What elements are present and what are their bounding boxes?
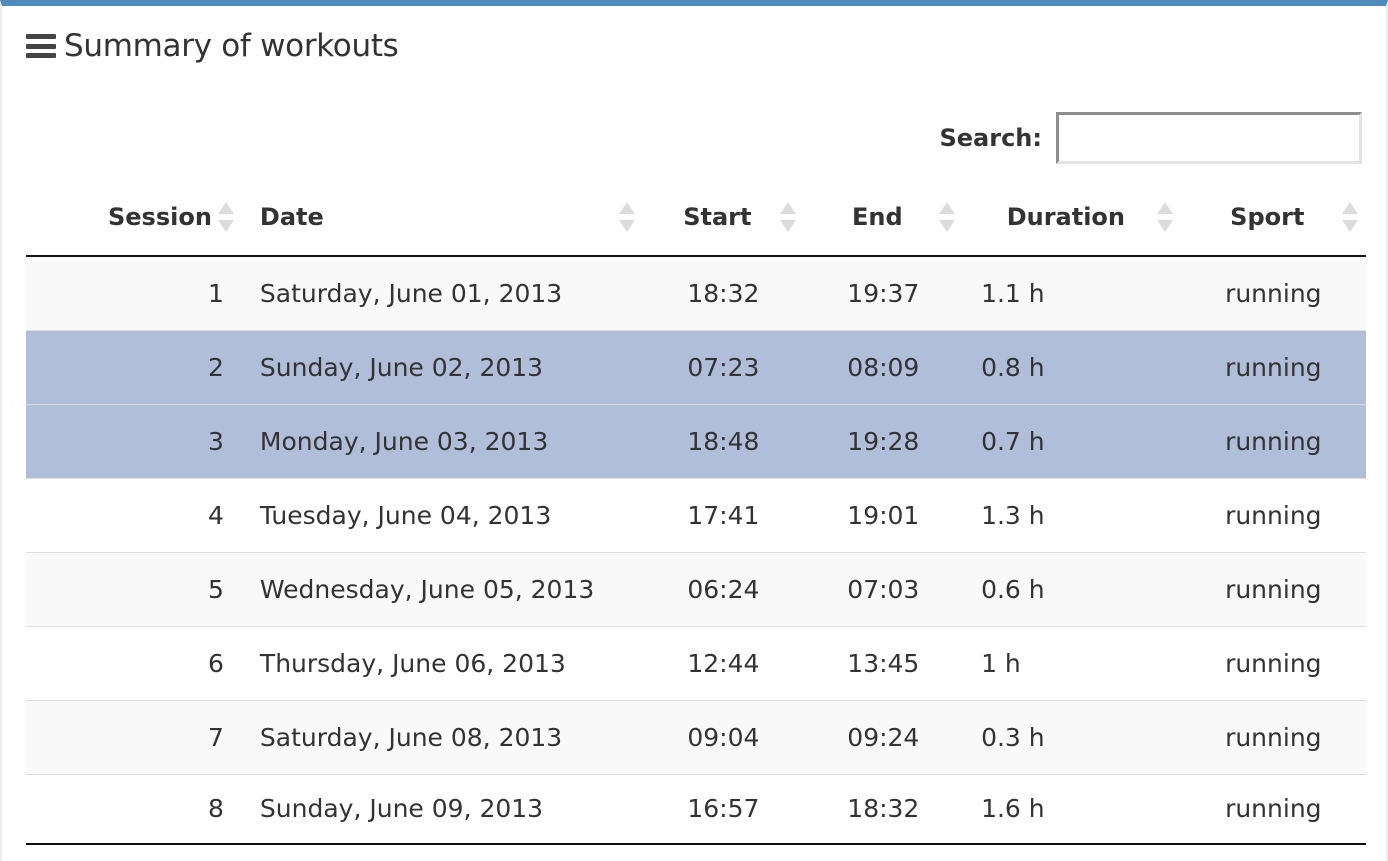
- sort-icon: [217, 201, 234, 232]
- table-row[interactable]: 1 Saturday, June 01, 2013 18:32 19:37 1.1 hr…: [26, 256, 1366, 330]
- cell-start: 16:57: [643, 773, 804, 845]
- column-header-label: End: [851, 202, 903, 231]
- table-row[interactable]: 6 Thursday, June 06, 2013 12:44 13:45 1 h run…: [26, 625, 1366, 700]
- table-row[interactable]: 4 Tuesday, June 04, 2013 17:41 19:01 1.3 h ru…: [26, 477, 1366, 552]
- column-header-label: Sport: [1230, 202, 1305, 231]
- column-header-date[interactable]: Date: [241, 178, 644, 257]
- cell-start: 18:48: [643, 403, 804, 478]
- column-header-sport[interactable]: Sport: [1180, 178, 1366, 257]
- cell-session: 1: [26, 256, 242, 330]
- cell-date: Sunday, June 02, 2013: [241, 329, 644, 404]
- column-header-label: Start: [683, 202, 752, 231]
- column-header-start[interactable]: Start: [643, 178, 804, 257]
- table-header: Session Date Start End Duration Sport: [26, 178, 1366, 257]
- cell-duration: 1.6 h: [963, 773, 1181, 845]
- cell-start: 07:23: [643, 329, 804, 404]
- cell-duration: 1 h: [963, 625, 1181, 700]
- cell-end: 07:03: [803, 551, 964, 626]
- header-row: Session Date Start End Duration Sport: [26, 178, 1366, 257]
- cell-session: 5: [26, 551, 242, 626]
- cell-end: 19:28: [803, 403, 964, 478]
- cell-session: 4: [26, 477, 242, 552]
- cell-duration: 0.7 h: [963, 403, 1181, 478]
- cell-start: 06:24: [643, 551, 804, 626]
- cell-end: 18:32: [803, 773, 964, 845]
- cell-date: Sunday, June 09, 2013: [241, 773, 644, 845]
- cell-sport: running: [1180, 551, 1366, 626]
- sort-icon: [1342, 201, 1358, 232]
- cell-sport: running: [1180, 699, 1366, 774]
- cell-end: 19:01: [803, 477, 964, 552]
- cell-session: 7: [26, 699, 242, 774]
- table-row[interactable]: 8 Sunday, June 09, 2013 16:57 18:32 1.6 h run…: [26, 773, 1366, 845]
- cell-end: 19:37: [803, 256, 964, 330]
- cell-sport: running: [1180, 403, 1366, 478]
- table-row[interactable]: 2 Sunday, June 02, 2013 07:23 08:09 0.8 h run…: [26, 329, 1366, 404]
- table-row[interactable]: 3 Monday, June 03, 2013 18:48 19:28 0.7 h run…: [26, 403, 1366, 478]
- cell-sport: running: [1180, 625, 1366, 700]
- cell-date: Monday, June 03, 2013: [241, 403, 644, 478]
- cell-session: 8: [26, 773, 242, 845]
- cell-date: Thursday, June 06, 2013: [241, 625, 644, 700]
- cell-date: Saturday, June 01, 2013: [241, 256, 644, 330]
- search-box: Search:: [939, 112, 1362, 164]
- panel-header: Summary of workouts: [26, 28, 399, 64]
- cell-session: 3: [26, 403, 242, 478]
- cell-duration: 0.6 h: [963, 551, 1181, 626]
- panel-title: Summary of workouts: [64, 28, 399, 64]
- table-row[interactable]: 5 Wednesday, June 05, 2013 06:24 07:03 0.6 h…: [26, 551, 1366, 626]
- cell-end: 13:45: [803, 625, 964, 700]
- column-header-duration[interactable]: Duration: [963, 178, 1181, 257]
- table-row[interactable]: 7 Saturday, June 08, 2013 09:04 09:24 0.3 hr…: [26, 699, 1366, 774]
- column-header-session[interactable]: Session: [26, 178, 242, 257]
- cell-start: 18:32: [643, 256, 804, 330]
- column-header-label: Session: [107, 202, 212, 231]
- cell-start: 09:04: [643, 699, 804, 774]
- sort-icon: [1156, 201, 1173, 232]
- column-header-label: Duration: [1006, 202, 1125, 231]
- search-label: Search:: [939, 124, 1042, 152]
- cell-sport: running: [1180, 773, 1366, 845]
- cell-duration: 0.3 h: [963, 699, 1181, 774]
- cell-date: Wednesday, June 05, 2013: [241, 551, 644, 626]
- table-body: 1 Saturday, June 01, 2013 18:32 19:37 1.1 hr…: [26, 256, 1366, 845]
- cell-sport: running: [1180, 477, 1366, 552]
- cell-sport: running: [1180, 256, 1366, 330]
- cell-date: Tuesday, June 04, 2013: [241, 477, 644, 552]
- sort-icon: [939, 201, 956, 232]
- cell-duration: 1.1 h: [963, 256, 1181, 330]
- cell-session: 6: [26, 625, 242, 700]
- search-input[interactable]: [1056, 112, 1362, 164]
- workouts-table: Session Date Start End Duration Sport 1 …: [26, 178, 1366, 845]
- cell-sport: running: [1180, 329, 1366, 404]
- cell-session: 2: [26, 329, 242, 404]
- cell-start: 12:44: [643, 625, 804, 700]
- cell-end: 09:24: [803, 699, 964, 774]
- cell-duration: 1.3 h: [963, 477, 1181, 552]
- workouts-panel: Summary of workouts Search: Session Date…: [0, 0, 1388, 861]
- column-header-end[interactable]: End: [803, 178, 964, 257]
- cell-start: 17:41: [643, 477, 804, 552]
- sort-icon: [619, 201, 636, 232]
- hamburger-icon[interactable]: [26, 34, 56, 58]
- column-header-label: Date: [259, 202, 324, 231]
- cell-date: Saturday, June 08, 2013: [241, 699, 644, 774]
- cell-end: 08:09: [803, 329, 964, 404]
- sort-icon: [779, 201, 796, 232]
- cell-duration: 0.8 h: [963, 329, 1181, 404]
